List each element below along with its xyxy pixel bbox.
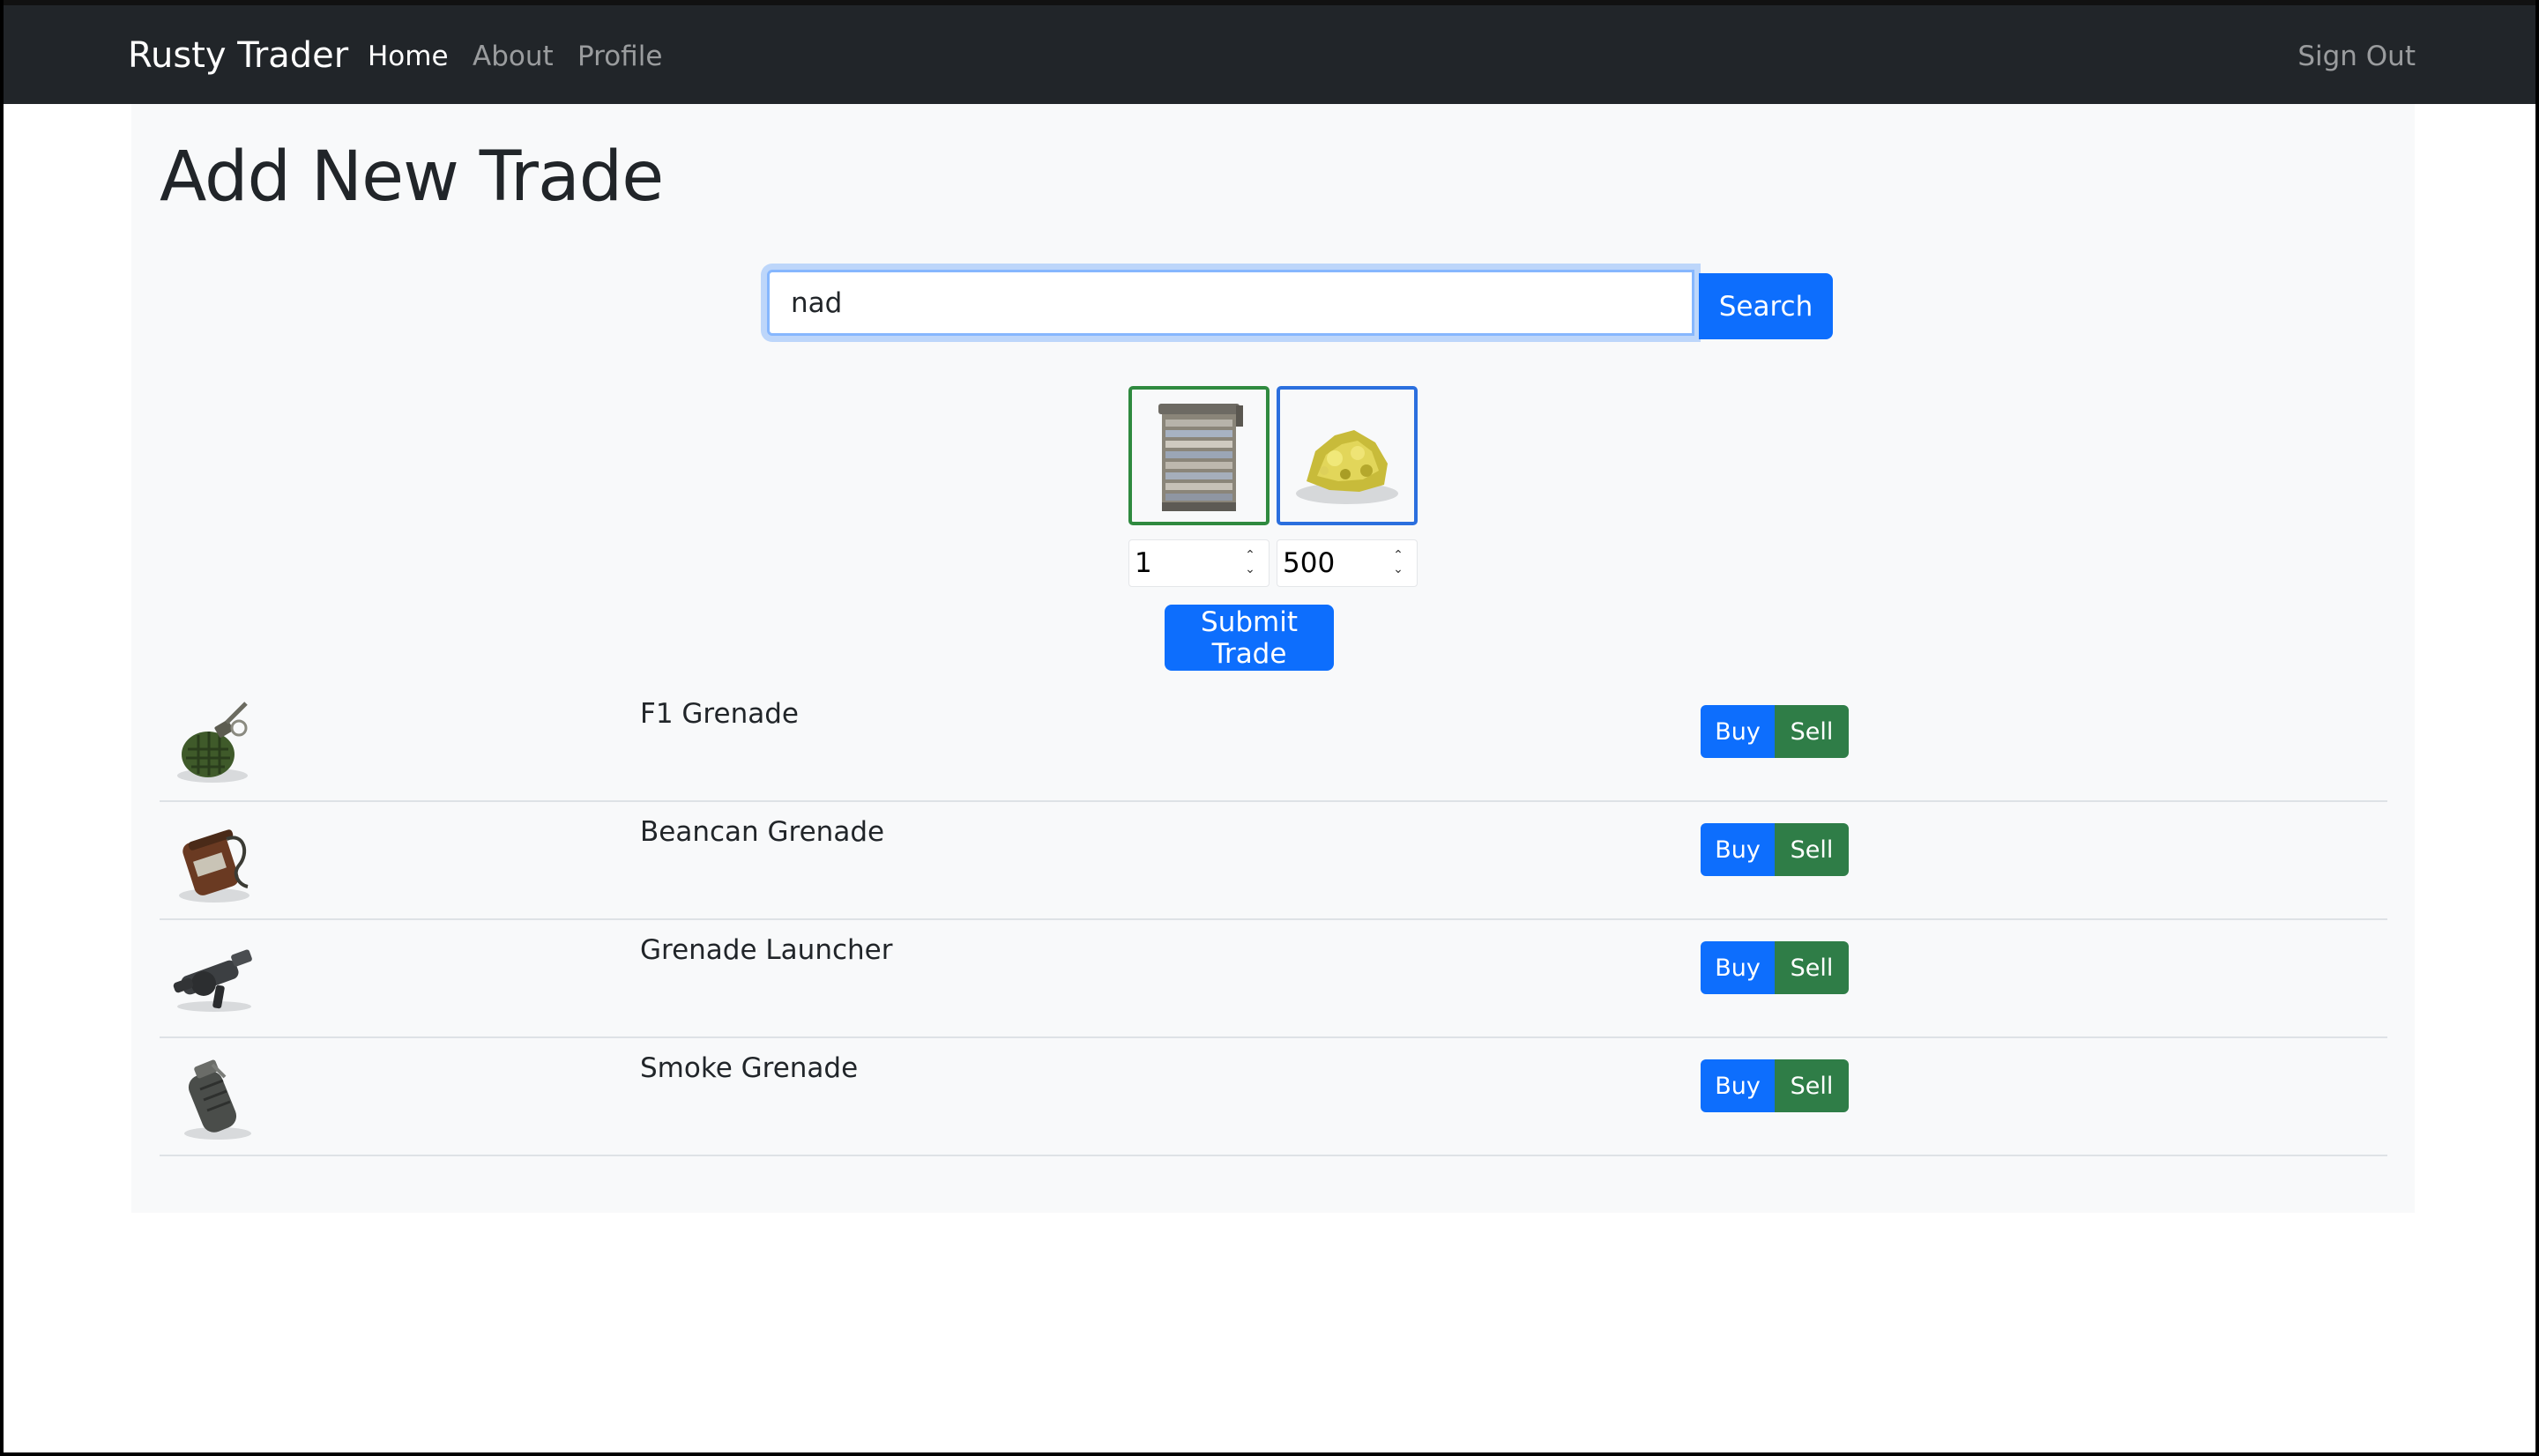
- result-row: Beancan Grenade Buy Sell: [160, 802, 2387, 920]
- result-row: F1 Grenade Buy Sell: [160, 684, 2387, 802]
- sell-button[interactable]: Sell: [1775, 941, 1849, 994]
- submit-trade-button[interactable]: Submit Trade: [1165, 605, 1334, 671]
- result-row: Smoke Grenade Buy Sell: [160, 1038, 2387, 1156]
- nav-link-home[interactable]: Home: [368, 41, 449, 72]
- offer-quantity-stepper-icon[interactable]: ⌃ ⌄: [1242, 548, 1258, 578]
- page-title: Add New Trade: [160, 137, 664, 217]
- grenade-launcher-icon: [173, 949, 252, 1012]
- buy-button[interactable]: Buy: [1701, 941, 1775, 994]
- search-input[interactable]: [767, 270, 1694, 336]
- request-item-slot[interactable]: [1277, 386, 1418, 525]
- buy-button[interactable]: Buy: [1701, 1059, 1775, 1112]
- beancan-grenade-icon: [179, 829, 249, 903]
- brand-link[interactable]: Rusty Trader: [128, 35, 348, 76]
- browser-viewport: Rusty Trader Home About Profile Sign Out…: [0, 0, 2539, 1456]
- f1-grenade-icon: [177, 702, 248, 783]
- main-container: Add New Trade Search: [131, 104, 2415, 1213]
- buy-button[interactable]: Buy: [1701, 823, 1775, 876]
- result-row: Grenade Launcher Buy Sell: [160, 920, 2387, 1038]
- offer-item-slot[interactable]: [1128, 386, 1270, 525]
- sulfur-ore-icon: [1296, 430, 1398, 504]
- navbar: Rusty Trader Home About Profile Sign Out: [4, 0, 2535, 104]
- sell-button[interactable]: Sell: [1775, 1059, 1849, 1112]
- buy-button[interactable]: Buy: [1701, 705, 1775, 758]
- nav-link-profile[interactable]: Profile: [577, 41, 662, 72]
- sell-button[interactable]: Sell: [1775, 823, 1849, 876]
- search-button[interactable]: Search: [1699, 273, 1833, 339]
- sign-out-link[interactable]: Sign Out: [2297, 41, 2416, 72]
- item-name: Grenade Launcher: [640, 934, 893, 966]
- nav-link-about[interactable]: About: [473, 41, 554, 72]
- garage-door-icon: [1158, 404, 1243, 511]
- request-quantity-stepper-icon[interactable]: ⌃ ⌄: [1390, 548, 1406, 578]
- item-name: Smoke Grenade: [640, 1052, 859, 1084]
- item-name: Beancan Grenade: [640, 816, 885, 848]
- sell-button[interactable]: Sell: [1775, 705, 1849, 758]
- smoke-grenade-icon: [184, 1059, 251, 1140]
- item-name: F1 Grenade: [640, 698, 799, 730]
